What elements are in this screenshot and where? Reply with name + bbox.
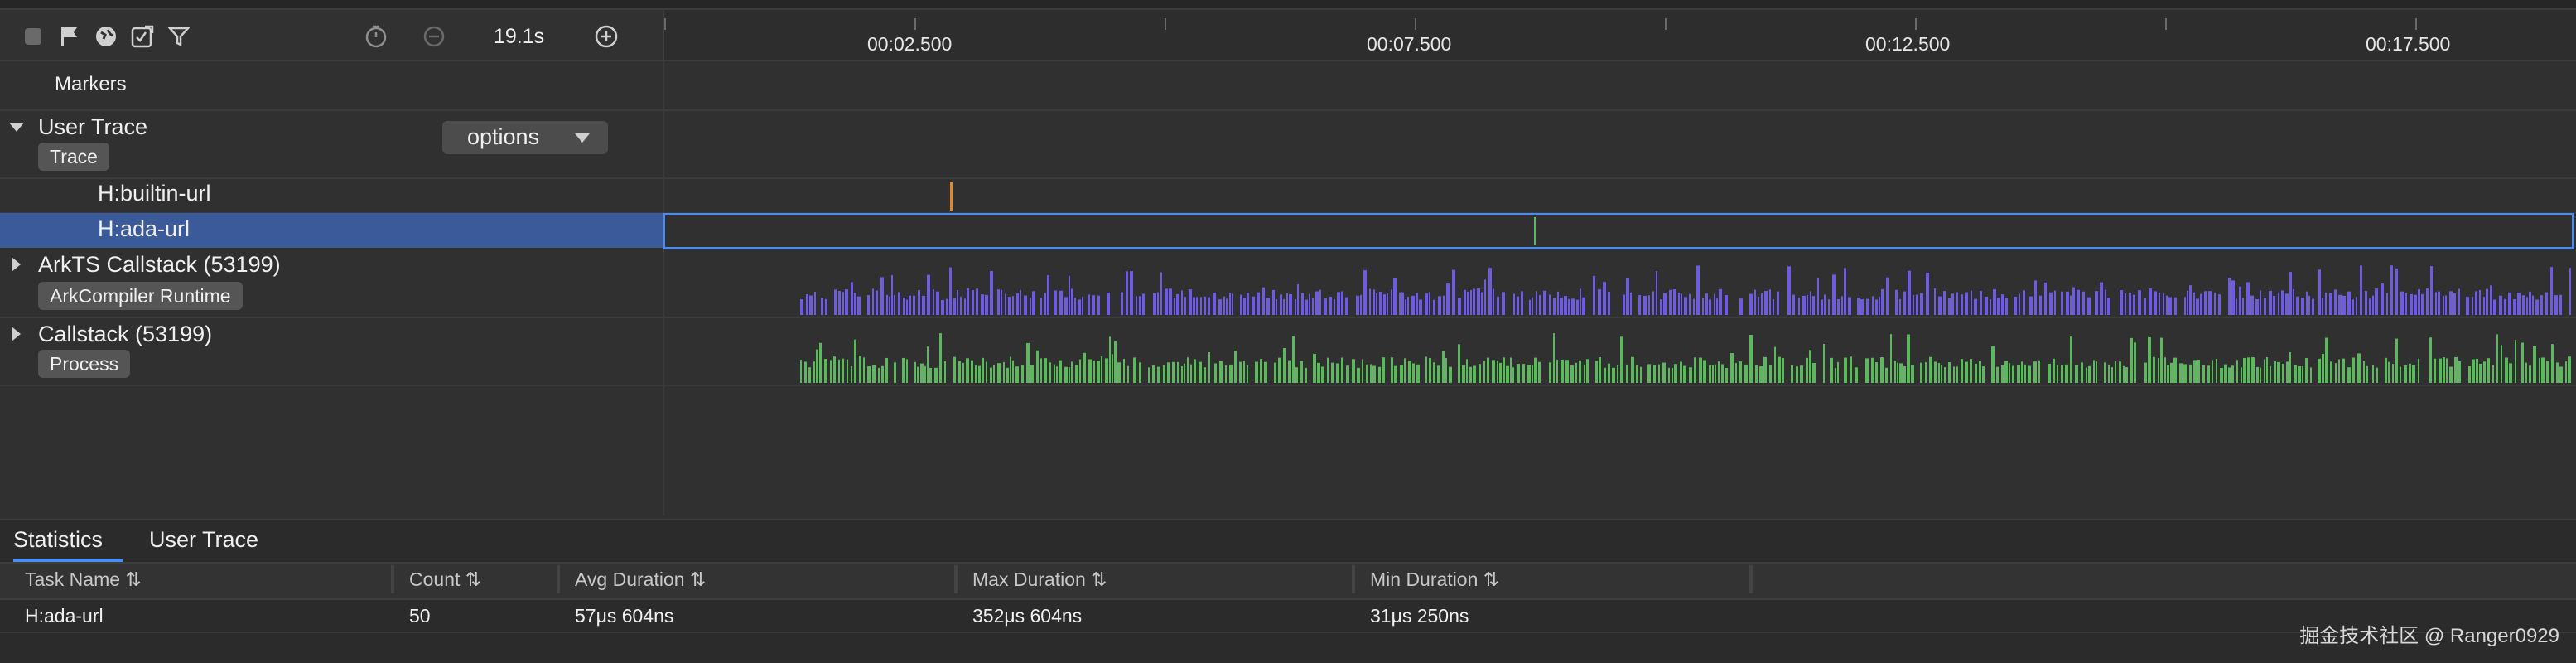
arkts-activity-graph[interactable]: [800, 262, 2571, 315]
ruler-tick: [914, 18, 916, 30]
collapse-triangle-icon[interactable]: [9, 123, 24, 132]
stop-icon[interactable]: [18, 22, 48, 51]
ruler-label: 00:17.500: [2366, 33, 2451, 55]
expand-triangle-icon[interactable]: [12, 257, 21, 272]
options-label: options: [467, 124, 540, 149]
user-trace-row[interactable]: User Trace Trace: [0, 111, 2576, 179]
chevron-down-icon: [575, 133, 590, 143]
arkcompiler-runtime-tag: ArkCompiler Runtime: [38, 282, 243, 310]
statistics-panel: Statistics User Trace Task Name ⇅ Count …: [0, 519, 2576, 663]
ruler-tick: [664, 18, 666, 30]
zoom-out-icon[interactable]: [419, 22, 449, 51]
cell-max-duration: 352μs 604ns: [972, 605, 1083, 627]
arkts-callstack-row[interactable]: ArkTS Callstack (53199) ArkCompiler Runt…: [0, 249, 2576, 318]
ada-url-slice[interactable]: [1534, 217, 1536, 245]
ruler-tick: [1165, 18, 1166, 30]
ruler-label: 00:07.500: [1367, 33, 1452, 55]
ruler-label: 00:12.500: [1865, 33, 1951, 55]
timer-icon[interactable]: [361, 22, 391, 51]
options-dropdown[interactable]: options: [442, 121, 608, 154]
cell-min-duration: 31μs 250ns: [1370, 605, 1469, 627]
markers-row[interactable]: Markers: [0, 61, 2576, 111]
callstack-title: Callstack (53199): [38, 322, 213, 346]
globe-icon[interactable]: [91, 22, 121, 51]
column-task-name[interactable]: Task Name ⇅: [13, 565, 394, 593]
flag-icon[interactable]: [55, 22, 84, 51]
user-trace-title: User Trace: [38, 114, 148, 139]
zoom-duration: 19.1s: [494, 25, 545, 48]
markers-label: Markers: [55, 73, 127, 95]
column-count[interactable]: Count ⇅: [398, 565, 560, 593]
callstack-row[interactable]: Callstack (53199) Process: [0, 318, 2576, 386]
cell-count: 50: [409, 605, 431, 627]
builtin-url-label: H:builtin-url: [98, 181, 211, 206]
ada-url-label: H:ada-url: [98, 216, 191, 241]
toolbar: 19.1s: [0, 10, 663, 61]
tab-user-trace[interactable]: User Trace: [149, 527, 258, 553]
builtin-url-row[interactable]: H:builtin-url: [0, 179, 2576, 214]
ruler-tick: [1415, 18, 1416, 30]
ruler-tick: [1915, 18, 1917, 30]
column-avg-duration[interactable]: Avg Duration ⇅: [563, 565, 958, 593]
ada-url-row[interactable]: H:ada-url: [0, 213, 663, 248]
cell-task-name: H:ada-url: [25, 605, 104, 627]
ruler-tick: [1665, 18, 1667, 30]
table-row[interactable]: [0, 598, 2576, 633]
ruler-tick: [2415, 18, 2417, 30]
trace-icon[interactable]: [128, 22, 157, 51]
ruler-label: 00:02.500: [867, 33, 953, 55]
watermark: 掘金技术社区 @ Ranger0929: [2299, 625, 2559, 647]
ruler-tick: [2165, 18, 2167, 30]
zoom-in-icon[interactable]: [591, 22, 621, 51]
expand-triangle-icon[interactable]: [12, 327, 21, 341]
process-tag: Process: [38, 350, 131, 378]
arkts-callstack-title: ArkTS Callstack (53199): [38, 252, 281, 277]
ada-url-track[interactable]: [663, 213, 2574, 249]
callstack-activity-graph[interactable]: [800, 330, 2571, 383]
filter-icon[interactable]: [164, 22, 194, 51]
cell-avg-duration: 57μs 604ns: [575, 605, 674, 627]
column-max-duration[interactable]: Max Duration ⇅: [961, 565, 1355, 593]
column-min-duration[interactable]: Min Duration ⇅: [1358, 565, 1753, 593]
builtin-url-slice[interactable]: [950, 182, 953, 211]
trace-tag: Trace: [38, 143, 109, 171]
window-top-bar: [0, 0, 2576, 10]
tab-statistics[interactable]: Statistics: [13, 527, 103, 553]
time-ruler[interactable]: 00:02.500 00:07.500 00:12.500 00:17.500: [664, 10, 2576, 61]
